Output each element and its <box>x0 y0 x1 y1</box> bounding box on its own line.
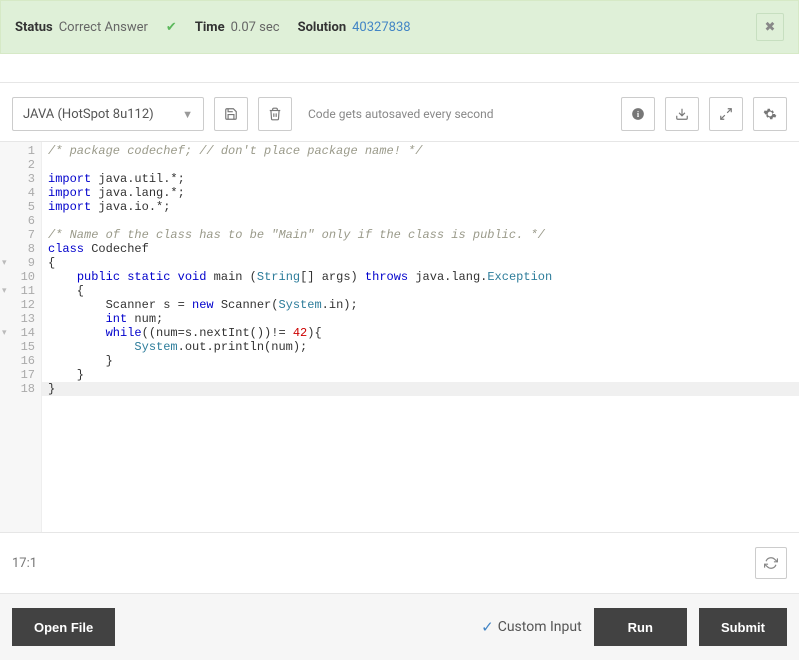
gear-icon <box>763 107 777 121</box>
custom-input-toggle[interactable]: ✓ Custom Input <box>481 618 582 636</box>
code-line[interactable]: { <box>48 256 799 270</box>
code-line[interactable] <box>48 158 799 172</box>
code-line[interactable]: /* Name of the class has to be "Main" on… <box>48 228 799 242</box>
code-line[interactable]: class Codechef <box>48 242 799 256</box>
autosave-message: Code gets autosaved every second <box>308 107 494 121</box>
status-value: Correct Answer <box>59 20 148 35</box>
chevron-down-icon: ▼ <box>182 108 193 121</box>
code-editor[interactable]: 123456789101112131415161718 /* package c… <box>0 141 799 532</box>
code-line[interactable]: import java.lang.*; <box>48 186 799 200</box>
cursor-position: 17:1 <box>12 556 37 571</box>
download-button[interactable] <box>665 97 699 131</box>
custom-input-label: Custom Input <box>498 619 582 635</box>
open-file-button[interactable]: Open File <box>12 608 115 646</box>
settings-button[interactable] <box>753 97 787 131</box>
line-number: 11 <box>0 284 35 298</box>
line-number: 1 <box>0 144 35 158</box>
code-line[interactable]: System.out.println(num); <box>48 340 799 354</box>
save-icon <box>224 107 238 121</box>
run-button[interactable]: Run <box>594 608 687 646</box>
expand-icon <box>719 107 733 121</box>
code-line[interactable]: } <box>48 354 799 368</box>
submit-button[interactable]: Submit <box>699 608 787 646</box>
line-number: 4 <box>0 186 35 200</box>
line-number: 7 <box>0 228 35 242</box>
code-body[interactable]: /* package codechef; // don't place pack… <box>42 142 799 532</box>
close-button[interactable]: ✖ <box>756 13 784 41</box>
code-line[interactable]: Scanner s = new Scanner(System.in); <box>48 298 799 312</box>
line-number: 8 <box>0 242 35 256</box>
time-value: 0.07 sec <box>231 20 280 35</box>
code-line[interactable]: while((num=s.nextInt())!= 42){ <box>48 326 799 340</box>
code-line[interactable]: { <box>48 284 799 298</box>
line-gutter: 123456789101112131415161718 <box>0 142 42 532</box>
line-number: 13 <box>0 312 35 326</box>
editor-status-line: 17:1 <box>0 532 799 593</box>
language-select[interactable]: JAVA (HotSpot 8u112) ▼ <box>12 97 204 131</box>
line-number: 3 <box>0 172 35 186</box>
refresh-icon <box>764 556 778 570</box>
info-button[interactable]: i <box>621 97 655 131</box>
line-number: 17 <box>0 368 35 382</box>
line-number: 5 <box>0 200 35 214</box>
download-icon <box>675 107 689 121</box>
solution-link[interactable]: 40327838 <box>352 20 410 35</box>
code-line[interactable]: } <box>42 382 799 396</box>
solution-label: Solution <box>298 20 347 35</box>
refresh-button[interactable] <box>755 547 787 579</box>
line-number: 10 <box>0 270 35 284</box>
info-icon: i <box>631 107 645 121</box>
code-line[interactable]: import java.util.*; <box>48 172 799 186</box>
close-icon: ✖ <box>765 20 776 35</box>
line-number: 9 <box>0 256 35 270</box>
code-line[interactable]: public static void main (String[] args) … <box>48 270 799 284</box>
status-label: Status <box>15 20 53 35</box>
bottom-bar: Open File ✓ Custom Input Run Submit <box>0 593 799 660</box>
check-icon: ✔ <box>166 20 177 35</box>
line-number: 6 <box>0 214 35 228</box>
fullscreen-button[interactable] <box>709 97 743 131</box>
line-number: 12 <box>0 298 35 312</box>
delete-button[interactable] <box>258 97 292 131</box>
line-number: 18 <box>0 382 35 396</box>
status-bar: Status Correct Answer ✔ Time 0.07 sec So… <box>0 0 799 54</box>
code-line[interactable]: int num; <box>48 312 799 326</box>
trash-icon <box>268 107 282 121</box>
line-number: 2 <box>0 158 35 172</box>
line-number: 14 <box>0 326 35 340</box>
save-button[interactable] <box>214 97 248 131</box>
time-label: Time <box>195 20 225 35</box>
code-line[interactable]: /* package codechef; // don't place pack… <box>48 144 799 158</box>
code-line[interactable]: } <box>48 368 799 382</box>
code-line[interactable]: import java.io.*; <box>48 200 799 214</box>
language-value: JAVA (HotSpot 8u112) <box>23 107 154 122</box>
code-line[interactable] <box>48 214 799 228</box>
line-number: 15 <box>0 340 35 354</box>
editor-toolbar: JAVA (HotSpot 8u112) ▼ Code gets autosav… <box>0 83 799 141</box>
checkbox-icon: ✓ <box>481 618 494 636</box>
line-number: 16 <box>0 354 35 368</box>
